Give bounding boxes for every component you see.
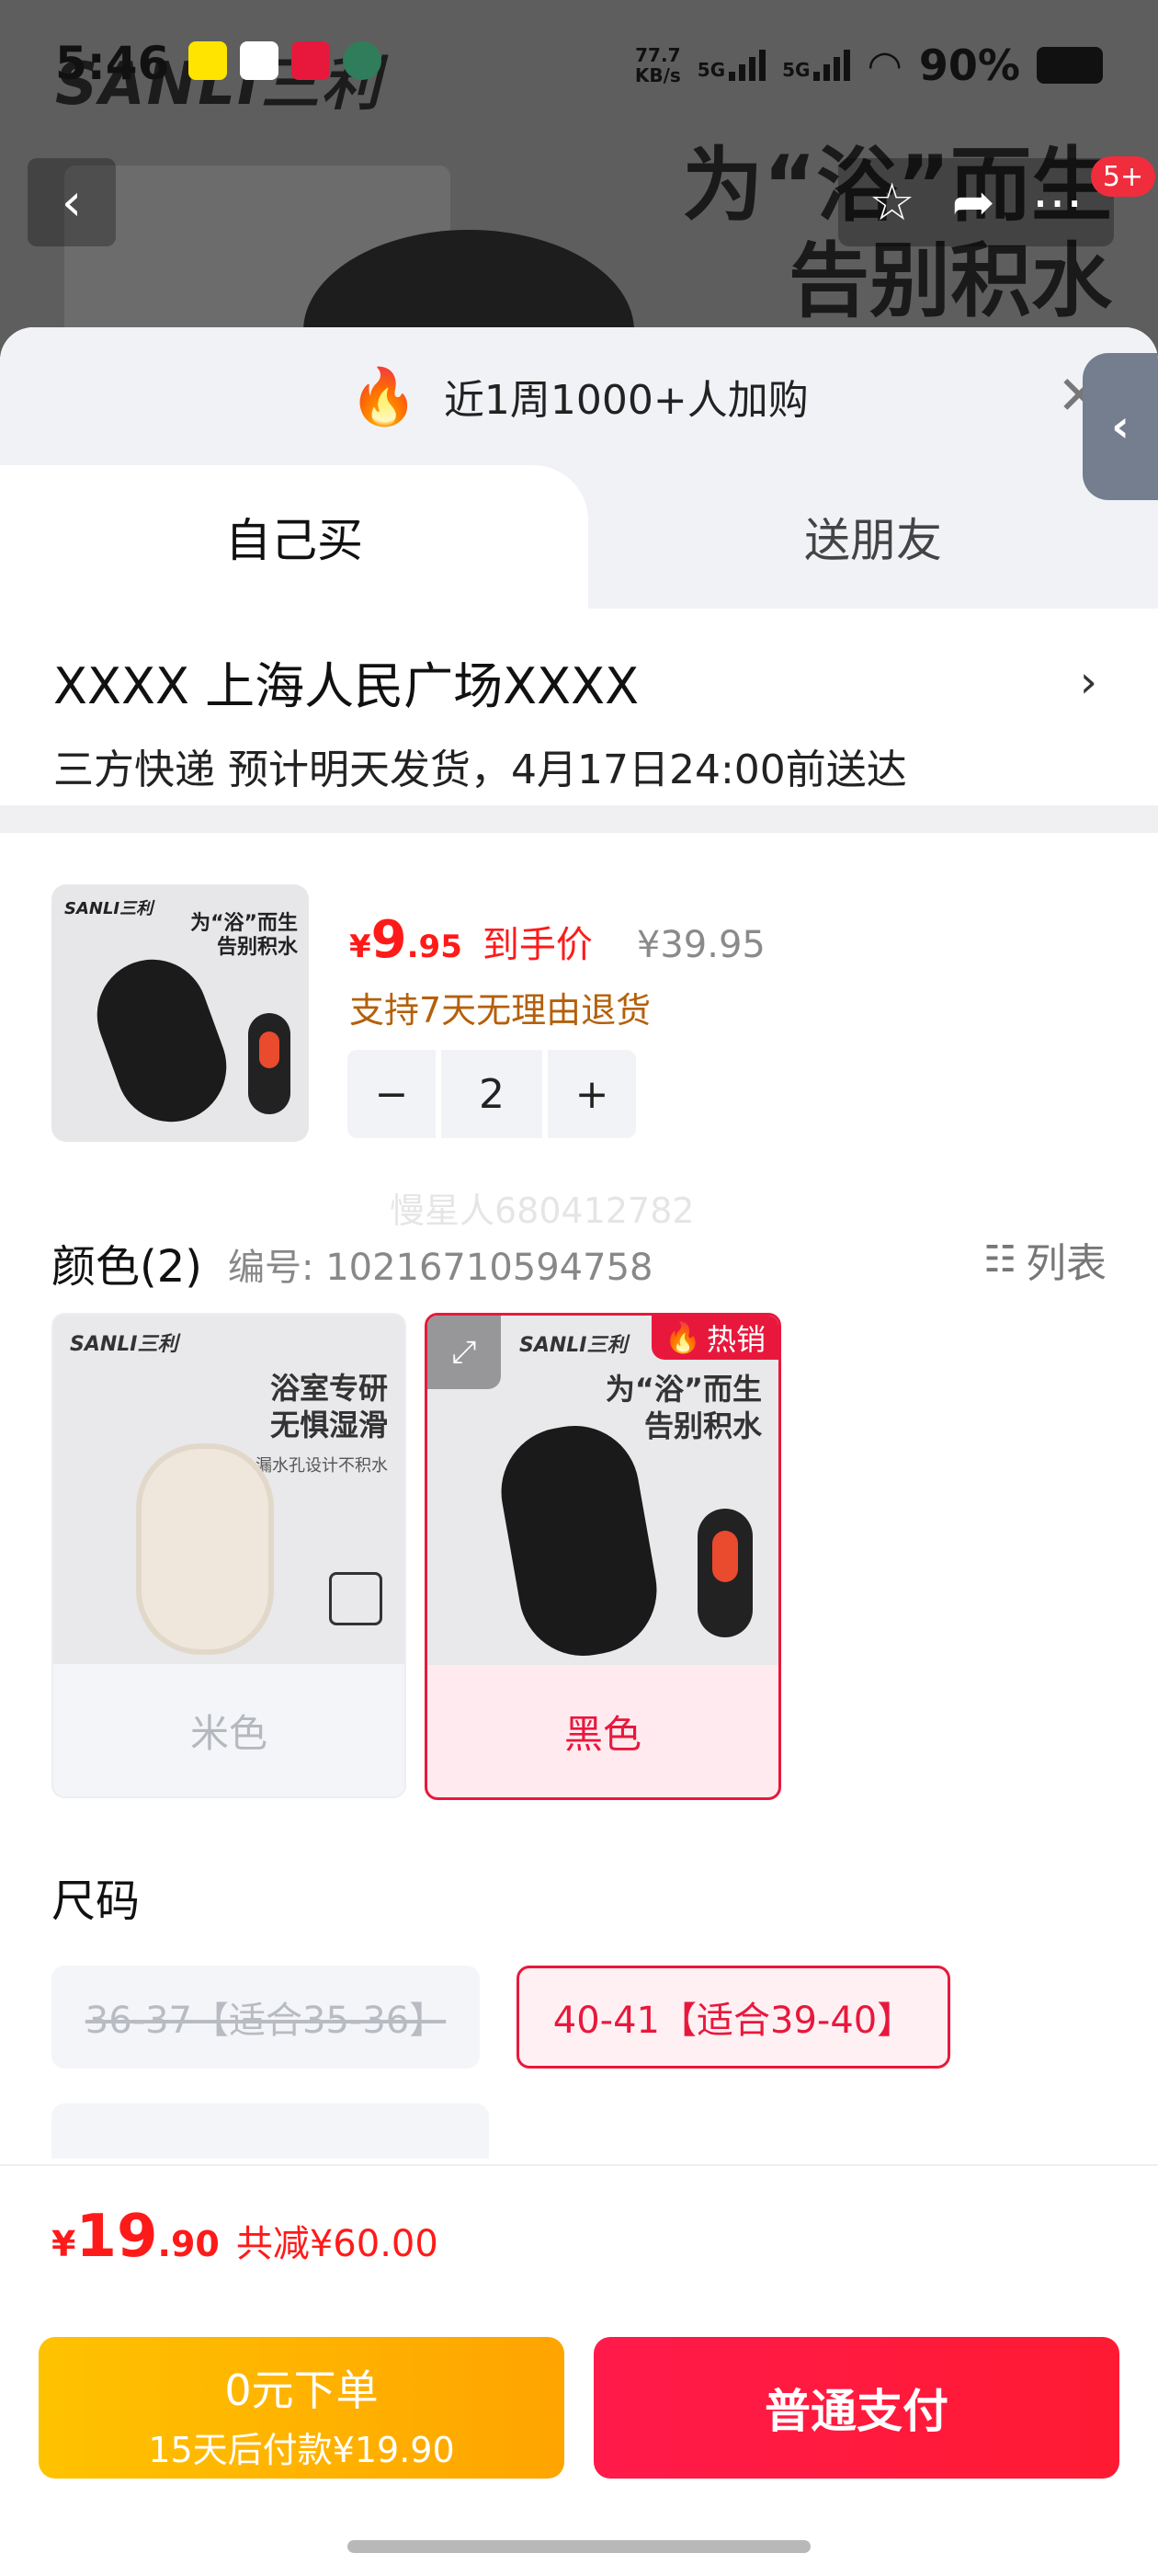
home-indicator[interactable] (347, 2540, 811, 2553)
address-text: XXXX 上海人民广场XXXX (53, 657, 640, 715)
size-option-partial[interactable] (51, 2103, 489, 2159)
black-slipper-image: SANLI三利 为“浴”而生 告别积水 ⤢ 🔥 热销 (427, 1316, 778, 1667)
battery-icon (1037, 47, 1103, 84)
quantity-stepper: − 2 + (347, 1050, 636, 1138)
net-speed: 77.7 KB/s (634, 44, 681, 86)
discount-text: 共减¥60.00 (235, 2223, 438, 2265)
refund-policy: 支持7天无理由退货 (349, 990, 652, 1031)
color-header: 颜色(2) 编号: 10216710594758 ☷ 列表 (0, 1212, 1158, 1313)
size-options: 36-37【适合35-36】 40-41【适合39-40】 (0, 1956, 1158, 2159)
color-option-beige[interactable]: SANLI三利 浴室专研 无惧湿滑 漏水孔设计不积水 米色 (51, 1313, 406, 1798)
chevron-right-icon: › (1079, 656, 1097, 708)
normal-pay-button[interactable]: 普通支付 (594, 2337, 1119, 2479)
color-label: 黑色 (563, 1711, 641, 1757)
buy-count-text: 近1周1000+人加购 (443, 377, 809, 424)
star-icon[interactable]: ☆ (868, 173, 914, 233)
product-summary: SANLI三利 为“浴”而生 告别积水 ¥ 9 .95 到手价 ¥39.95 支… (0, 833, 1158, 1231)
size-title: 尺码 (51, 1875, 141, 1927)
color-option-black[interactable]: SANLI三利 为“浴”而生 告别积水 ⤢ 🔥 热销 黑色 (425, 1313, 781, 1800)
zero-down-order-button[interactable]: 0元下单 15天后付款¥19.90 (39, 2337, 564, 2479)
tab-send-friend[interactable]: 送朋友 (588, 465, 1158, 609)
slipper-image (81, 943, 243, 1138)
sheet-header: 🔥 近1周1000+人加购 (0, 327, 1158, 465)
clock: 5:46 (55, 37, 170, 90)
sole-image (248, 1013, 290, 1114)
size-option-selected[interactable]: 40-41【适合39-40】 (517, 1966, 950, 2069)
notification-icons (188, 41, 381, 80)
product-thumbnail[interactable]: SANLI三利 为“浴”而生 告别积水 (51, 884, 309, 1142)
chevron-left-icon: ‹ (61, 172, 83, 233)
chevron-left-icon: ‹ (1111, 401, 1130, 452)
beige-slipper-image: SANLI三利 浴室专研 无惧湿滑 漏水孔设计不积水 (53, 1315, 404, 1664)
grid-icon (329, 1572, 382, 1625)
original-price: ¥39.95 (636, 924, 766, 966)
price-row: ¥ 9 .95 到手价 ¥39.95 (349, 910, 766, 970)
final-price-tag: 到手价 (482, 924, 593, 966)
tab-buy-self[interactable]: 自己买 (0, 465, 588, 609)
checkout-bar: ¥ 19 .90 共减¥60.00 0元下单 15天后付款¥19.90 普通支付 (0, 2164, 1158, 2576)
status-bar: 5:46 77.7 KB/s 5G 5G ◠ 90% (0, 0, 1158, 129)
battery-percent: 90% (918, 40, 1020, 90)
signal-icon: 5G (782, 50, 851, 81)
size-option-disabled: 36-37【适合35-36】 (51, 1966, 480, 2069)
slipper-image (491, 1415, 667, 1667)
thumbnail-brand: SANLI三利 (64, 899, 153, 918)
color-title: 颜色(2) (51, 1241, 202, 1293)
thumbnail-slogan: 为“浴”而生 告别积水 (190, 912, 298, 959)
list-icon: ☷ (983, 1238, 1016, 1281)
list-view-toggle[interactable]: ☷ 列表 (983, 1230, 1107, 1289)
price-integer: 9 (370, 910, 407, 970)
sku-number: 编号: 10216710594758 (228, 1247, 653, 1289)
app-notification-icon (343, 41, 381, 80)
total-price: ¥ 19 .90 共减¥60.00 (51, 2203, 438, 2271)
section-divider (0, 805, 1158, 833)
app-notification-icon (188, 41, 227, 80)
fire-icon: 🔥 (349, 364, 418, 429)
price-decimal: .95 (406, 929, 462, 965)
purchase-tabs: 自己买 送朋友 (0, 465, 1158, 609)
sole-image (698, 1509, 753, 1637)
wifi-icon: ◠ (867, 41, 903, 89)
share-icon[interactable]: ➦ (952, 173, 995, 233)
color-options: SANLI三利 浴室专研 无惧湿滑 漏水孔设计不积水 米色 SANLI三利 为“… (0, 1313, 1158, 1864)
increase-button[interactable]: + (548, 1050, 636, 1138)
cart-badge: 5+ (1091, 156, 1155, 197)
app-notification-icon (291, 41, 330, 80)
fire-icon: 🔥 (664, 1320, 701, 1355)
hot-sale-badge: 🔥 热销 (652, 1316, 778, 1360)
quantity-value[interactable]: 2 (441, 1050, 542, 1138)
delivery-text: 三方快递 预计明天发货，4月17日24:00前送达 (53, 747, 907, 793)
address-row[interactable]: XXXX 上海人民广场XXXX 三方快递 预计明天发货，4月17日24:00前送… (0, 609, 1158, 805)
more-icon[interactable]: ⋯ (1032, 173, 1084, 233)
color-label: 米色 (189, 1710, 267, 1756)
expand-icon[interactable]: ⤢ (427, 1316, 501, 1389)
top-actions: ☆ ➦ ⋯ (838, 158, 1114, 246)
slipper-image (136, 1443, 274, 1655)
signal-icon: 5G (698, 50, 766, 81)
back-button[interactable]: ‹ (28, 158, 116, 246)
side-expand-tab[interactable]: ‹ (1083, 353, 1158, 500)
app-notification-icon (240, 41, 278, 80)
size-header: 尺码 (0, 1864, 1158, 1956)
decrease-button[interactable]: − (347, 1050, 436, 1138)
